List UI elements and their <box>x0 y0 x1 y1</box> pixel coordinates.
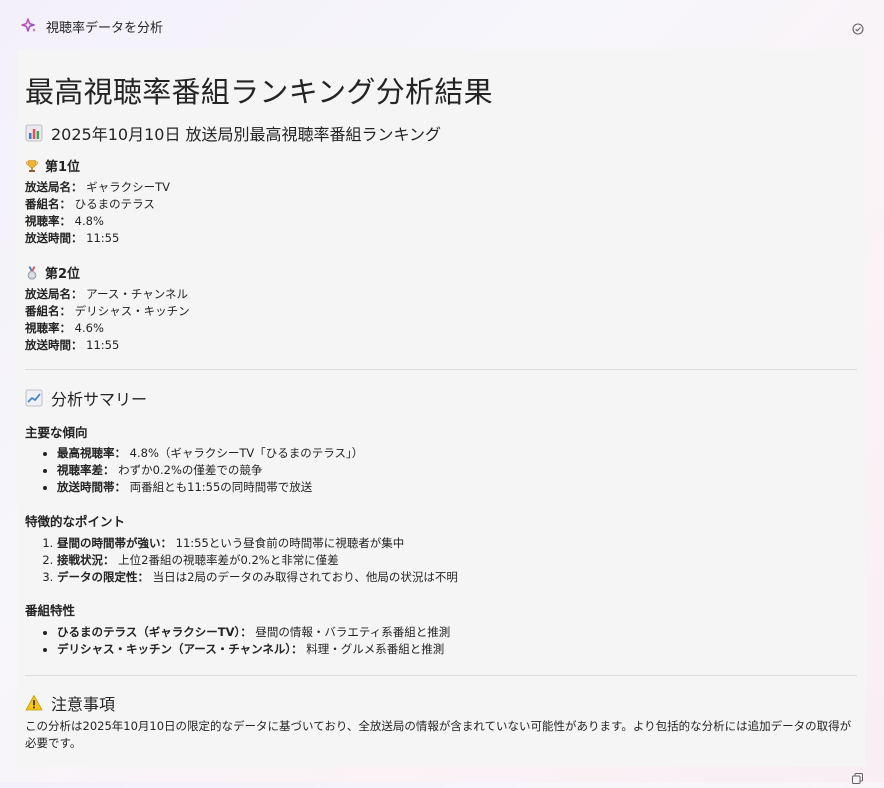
points-heading: 特徴的なポイント <box>25 514 126 529</box>
station-label: 放送局名： <box>25 180 83 194</box>
time-label: 放送時間： <box>25 338 83 352</box>
rating-value: 4.8% <box>74 214 104 228</box>
divider <box>25 675 857 676</box>
program-value: ひるまのテラス <box>74 197 155 211</box>
point-label: データの限定性： <box>57 570 149 584</box>
rank1-details: 放送局名： ギャラクシーTV 番組名： ひるまのテラス 視聴率： 4.8% 放送… <box>25 179 170 247</box>
caution-heading: 注意事項 <box>25 691 115 715</box>
caution-heading-text: 注意事項 <box>51 695 116 714</box>
rank1-heading: 第1位 <box>25 156 80 175</box>
rank1-heading-text: 第1位 <box>45 160 81 175</box>
page-title: 最高視聴率番組ランキング分析結果 <box>25 75 493 109</box>
point-text: 上位2番組の視聴率差が0.2%と非常に僅差 <box>118 553 339 567</box>
summary-heading: 分析サマリー <box>25 386 147 410</box>
copilot-window: 視聴率データを分析 最高視聴率番組ランキング分析結果 2025年10月10日 放… <box>0 0 884 784</box>
list-item: 昼間の時間帯が強い： 11:55という昼食前の時間帯に視聴者が集中 <box>57 535 458 552</box>
app-title: 視聴率データを分析 <box>46 21 164 36</box>
caution-text: この分析は2025年10月10日の限定的なデータに基づいており、全放送局の情報が… <box>25 719 852 750</box>
rating-value: 4.6% <box>74 321 104 335</box>
header: 視聴率データを分析 <box>0 0 884 48</box>
station-value: ギャラクシーTV <box>86 180 171 194</box>
trend-text: 4.8%（ギャラクシーTV「ひるまのテラス」） <box>129 446 364 460</box>
warning-icon <box>25 694 43 712</box>
traits-heading: 番組特性 <box>25 603 76 618</box>
time-value: 11:55 <box>86 338 120 352</box>
time-label: 放送時間： <box>25 231 83 245</box>
medal-icon <box>25 266 39 280</box>
point-label: 接戦状況： <box>57 553 115 567</box>
rank2-details: 放送局名： アース・チャンネル 番組名： デリシャス・キッチン 視聴率： 4.6… <box>25 286 190 354</box>
rank2-heading-text: 第2位 <box>45 267 81 282</box>
list-item: 最高視聴率： 4.8%（ギャラクシーTV「ひるまのテラス」） <box>57 445 363 462</box>
rating-label: 視聴率： <box>25 214 71 228</box>
copy-icon[interactable] <box>852 769 863 784</box>
list-item: 放送時間帯： 両番組とも11:55の同時間帯で放送 <box>57 479 363 496</box>
status-icon[interactable] <box>852 20 864 35</box>
station-value: アース・チャンネル <box>86 287 189 301</box>
ranking-heading: 2025年10月10日 放送局別最高視聴率番組ランキング <box>25 121 441 145</box>
points-list: 昼間の時間帯が強い： 11:55という昼食前の時間帯に視聴者が集中 接戦状況： … <box>25 535 458 586</box>
trend-label: 視聴率差： <box>57 463 115 477</box>
trend-text: わずか0.2%の僅差での競争 <box>118 463 263 477</box>
response-content: 最高視聴率番組ランキング分析結果 2025年10月10日 放送局別最高視聴率番組… <box>17 49 865 767</box>
station-label: 放送局名： <box>25 287 83 301</box>
list-item: ひるまのテラス（ギャラクシーTV）： 昼間の情報・バラエティ系番組と推測 <box>57 624 450 641</box>
trait-label: デリシャス・キッチン（アース・チャンネル）： <box>57 642 303 656</box>
trend-chart-icon <box>25 389 43 407</box>
trend-label: 最高視聴率： <box>57 446 126 460</box>
trends-heading: 主要な傾向 <box>25 425 88 440</box>
point-label: 昼間の時間帯が強い： <box>57 536 172 550</box>
time-value: 11:55 <box>86 231 120 245</box>
trait-text: 昼間の情報・バラエティ系番組と推測 <box>255 625 451 639</box>
program-value: デリシャス・キッチン <box>74 304 190 318</box>
list-item: 視聴率差： わずか0.2%の僅差での競争 <box>57 462 363 479</box>
trend-text: 両番組とも11:55の同時間帯で放送 <box>129 480 313 494</box>
trait-text: 料理・グルメ系番組と推測 <box>306 642 445 656</box>
rank2-heading: 第2位 <box>25 263 80 282</box>
list-item: 接戦状況： 上位2番組の視聴率差が0.2%と非常に僅差 <box>57 552 458 569</box>
list-item: データの限定性： 当日は2局のデータのみ取得されており、他局の状況は不明 <box>57 569 458 586</box>
divider <box>25 369 857 370</box>
bar-chart-icon <box>25 124 43 142</box>
program-label: 番組名： <box>25 304 71 318</box>
trophy-icon <box>25 159 39 173</box>
list-item: デリシャス・キッチン（アース・チャンネル）： 料理・グルメ系番組と推測 <box>57 641 450 658</box>
sparkle-icon <box>19 16 39 36</box>
traits-list: ひるまのテラス（ギャラクシーTV）： 昼間の情報・バラエティ系番組と推測 デリシ… <box>25 624 450 658</box>
trend-label: 放送時間帯： <box>57 480 126 494</box>
program-label: 番組名： <box>25 197 71 211</box>
trait-label: ひるまのテラス（ギャラクシーTV）： <box>57 625 252 639</box>
rating-label: 視聴率： <box>25 321 71 335</box>
trends-list: 最高視聴率： 4.8%（ギャラクシーTV「ひるまのテラス」） 視聴率差： わずか… <box>25 445 363 496</box>
point-text: 11:55という昼食前の時間帯に視聴者が集中 <box>175 536 405 550</box>
point-text: 当日は2局のデータのみ取得されており、他局の状況は不明 <box>152 570 458 584</box>
ranking-heading-text: 2025年10月10日 放送局別最高視聴率番組ランキング <box>51 125 442 144</box>
summary-heading-text: 分析サマリー <box>51 390 148 409</box>
